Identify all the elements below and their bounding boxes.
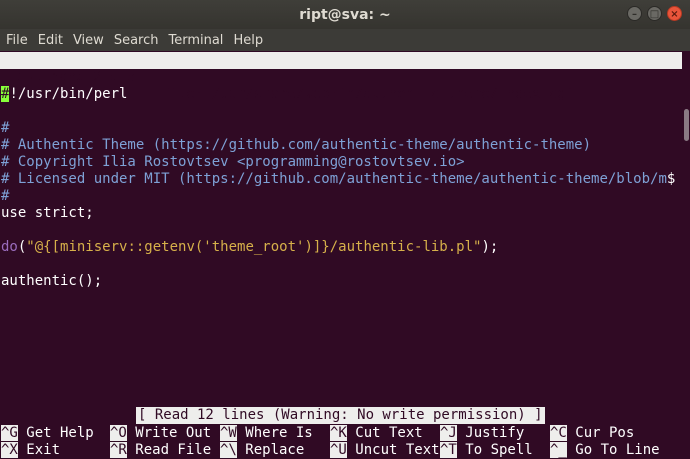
code-line-5: # Copyright Ilia Rostovtsev <programming…: [1, 154, 465, 170]
scrollbar-thumb[interactable]: [684, 109, 689, 141]
menu-search[interactable]: Search: [114, 33, 159, 48]
shortcut-cur-pos[interactable]: ^C Cur Pos: [550, 425, 634, 442]
shortcut-to-spell[interactable]: ^T To Spell: [440, 442, 533, 459]
code-line-6: # Licensed under MIT (https://github.com…: [1, 171, 676, 187]
shortcut-write-out[interactable]: ^O Write Out: [110, 425, 211, 442]
menu-help[interactable]: Help: [233, 33, 263, 48]
minimize-button[interactable]: –: [627, 6, 642, 21]
shortcut-replace[interactable]: ^\ Replace: [220, 442, 304, 459]
close-button[interactable]: ×: [667, 6, 682, 21]
nano-filename: File: /usr/share/webmin/authentic-theme/…: [161, 86, 575, 102]
shortcut-read-file[interactable]: ^R Read File: [110, 442, 211, 459]
menu-terminal[interactable]: Terminal: [168, 33, 223, 48]
shortcut-bar: ^G Get Help ^O Write Out ^W Where Is ^K …: [0, 425, 682, 459]
nano-header: GNU nano 2.5.3 File: /usr/share/webmin/a…: [0, 52, 682, 102]
window-titlebar[interactable]: ript@sva: ~ – □ ×: [0, 0, 690, 29]
menu-view[interactable]: View: [73, 33, 104, 48]
shortcut-uncut-text[interactable]: ^U Uncut Text: [330, 442, 440, 459]
code-line-3: #: [1, 120, 10, 136]
shortcut-exit[interactable]: ^X Exit: [1, 442, 60, 459]
shortcut-get-help[interactable]: ^G Get Help: [1, 425, 94, 442]
menu-file[interactable]: File: [6, 33, 28, 48]
status-message: [ Read 12 lines (Warning: No write permi…: [136, 407, 545, 424]
terminal-scrollbar[interactable]: [682, 51, 690, 458]
menu-edit[interactable]: Edit: [38, 33, 63, 48]
code-line-8: use strict;: [1, 205, 94, 221]
code-line-4: # Authentic Theme (https://github.com/au…: [1, 137, 592, 153]
shortcut-cut-text[interactable]: ^K Cut Text: [330, 425, 423, 442]
line-overflow-marker: $: [666, 171, 676, 187]
window-title: ript@sva: ~: [299, 6, 391, 23]
code-line-1: #!/usr/bin/perl: [1, 86, 128, 102]
code-line-10: do("@{[miniserv::getenv('theme_root')]}/…: [1, 239, 499, 255]
maximize-button[interactable]: □: [647, 6, 662, 21]
code-line-12: authentic();: [1, 273, 103, 289]
nano-version: GNU nano 2.5.3: [17, 69, 136, 85]
menubar: File Edit View Search Terminal Help: [0, 29, 690, 51]
shortcut-go-to-line[interactable]: ^_ Go To Line: [550, 442, 660, 459]
shortcut-justify[interactable]: ^J Justify: [440, 425, 524, 442]
code-line-7: #: [1, 188, 10, 204]
window-controls: – □ ×: [627, 6, 682, 21]
shortcut-where-is[interactable]: ^W Where Is: [220, 425, 313, 442]
